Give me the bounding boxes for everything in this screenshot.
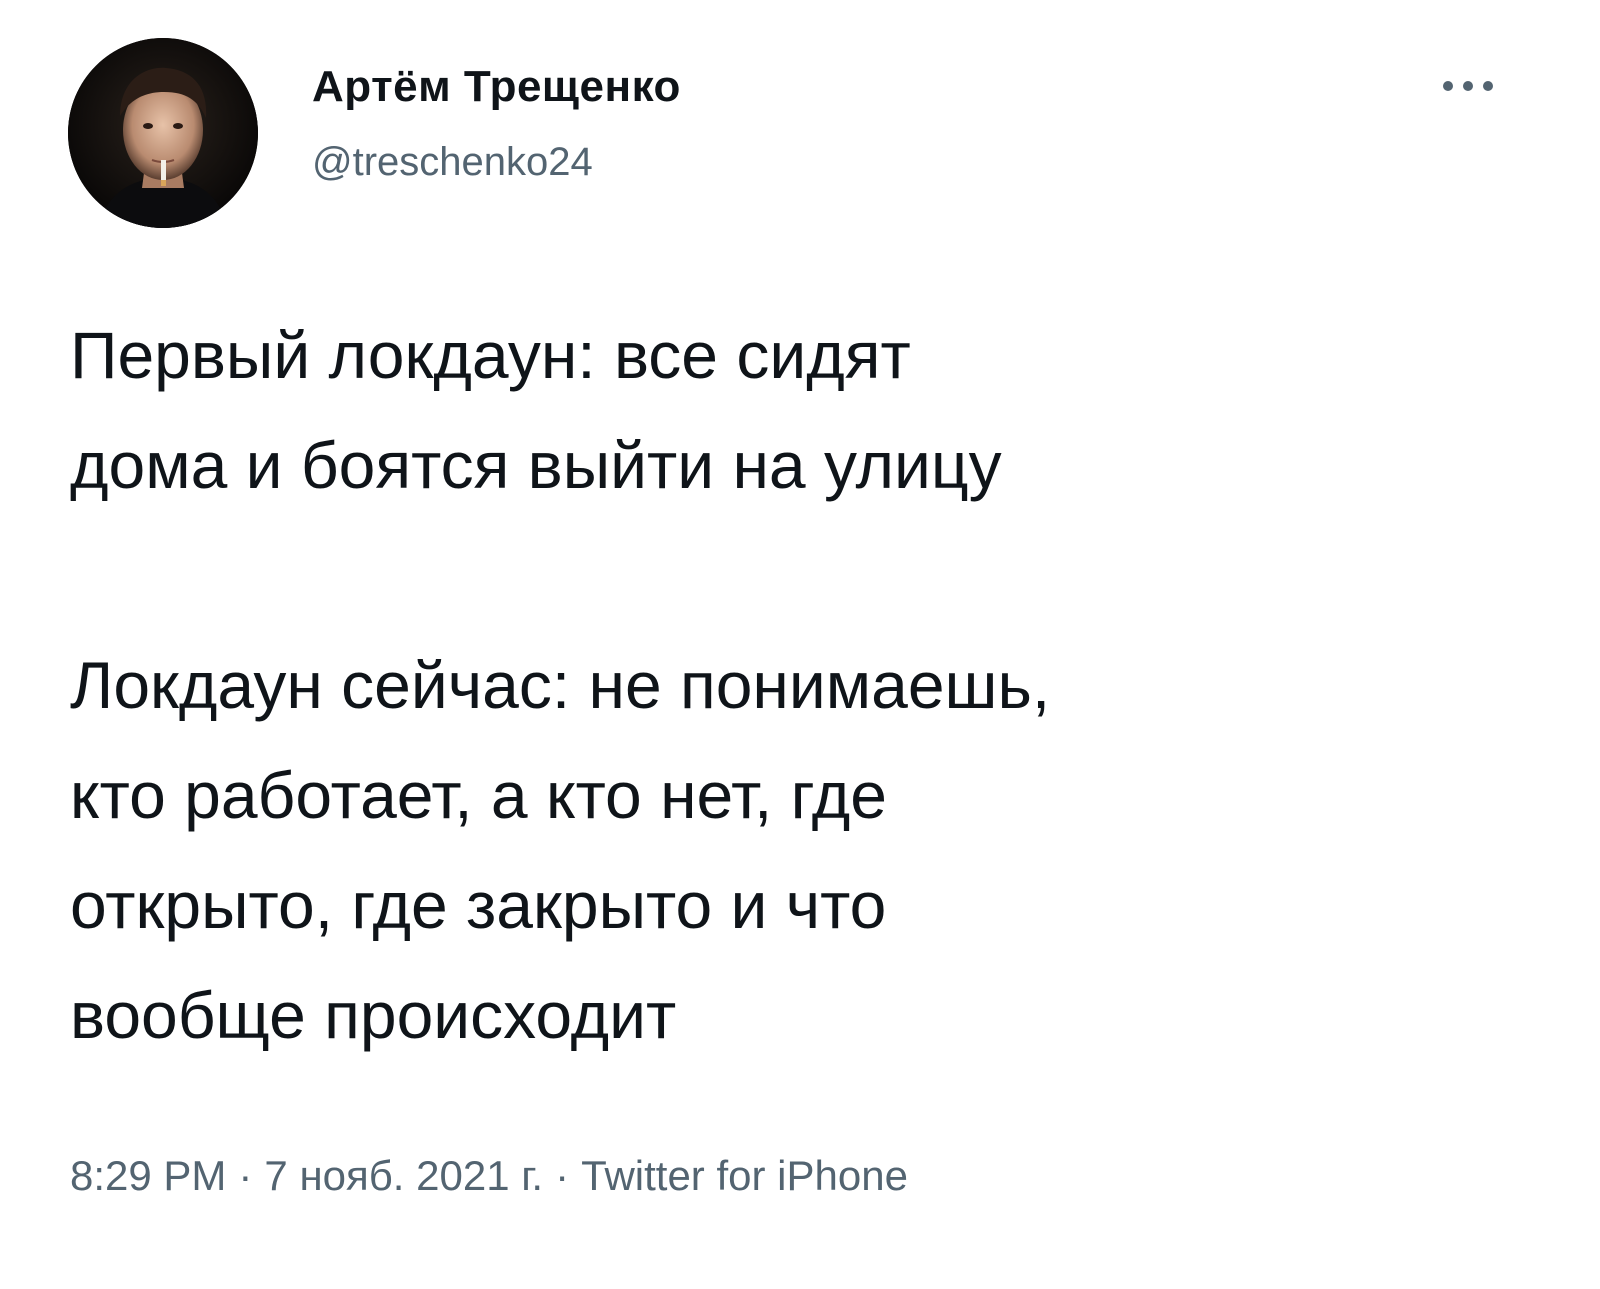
tweet-date[interactable]: 7 нояб. 2021 г.: [264, 1152, 543, 1199]
more-horizontal-icon: [1443, 81, 1493, 91]
tweet-text-line: дома и боятся выйти на улицу: [70, 428, 1002, 502]
author-display-name[interactable]: Артём Трещенко: [312, 62, 681, 112]
tweet-card: Артём Трещенко @treschenko24 Первый локд…: [0, 0, 1600, 1289]
meta-separator: ·: [238, 1152, 253, 1199]
meta-separator: ·: [555, 1152, 570, 1199]
tweet-text-line: кто работает, а кто нет, где: [70, 758, 887, 832]
tweet-text-line: открыто, где закрыто и что: [70, 868, 887, 942]
tweet-time[interactable]: 8:29 PM: [70, 1152, 226, 1199]
author-handle[interactable]: @treschenko24: [312, 140, 593, 185]
tweet-text: Первый локдаун: все сидят дома и боятся …: [70, 300, 1530, 1070]
avatar[interactable]: [68, 38, 258, 228]
tweet-text-line: вообще происходит: [70, 978, 677, 1052]
tweet-text-line: Первый локдаун: все сидят: [70, 318, 911, 392]
tweet-text-line: Локдаун сейчас: не понимаешь,: [70, 648, 1051, 722]
tweet-source[interactable]: Twitter for iPhone: [581, 1152, 908, 1199]
tweet-meta: 8:29 PM · 7 нояб. 2021 г. · Twitter for iPho…: [70, 1152, 908, 1200]
more-options-button[interactable]: [1432, 64, 1504, 108]
avatar-image: [68, 38, 258, 228]
